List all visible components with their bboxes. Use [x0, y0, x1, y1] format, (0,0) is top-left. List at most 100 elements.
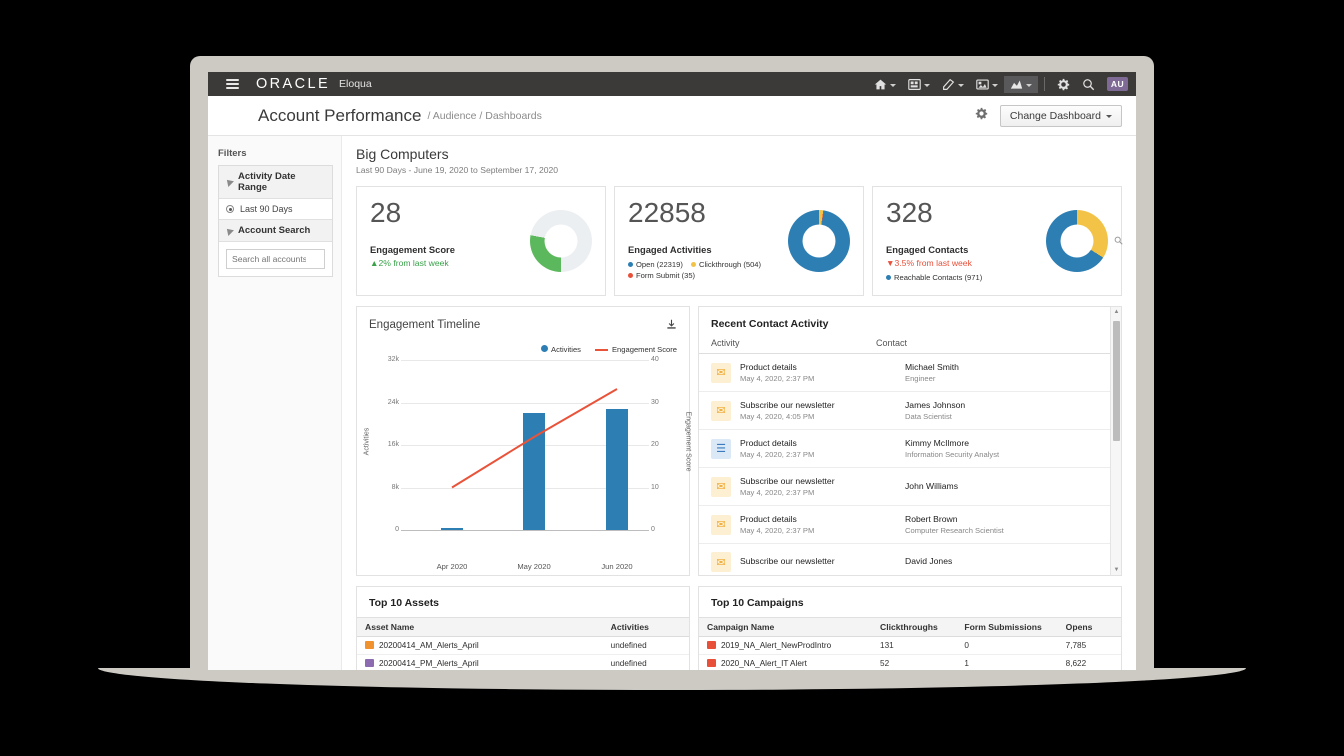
table-row[interactable]: 20200414_AM_Alerts_April undefined: [357, 637, 689, 655]
arrow-down-icon: ▼: [886, 258, 895, 268]
filter-group-activity-date-range[interactable]: Activity Date Range: [219, 166, 332, 199]
column-header-form-submissions[interactable]: Form Submissions: [956, 618, 1057, 637]
top-nav-actions: AU: [868, 76, 1128, 93]
asset-name[interactable]: 20200414_PM_Alerts_April: [379, 659, 479, 668]
table-row[interactable]: 2020_NA_Alert_IT Alert 52 1 8,622: [699, 655, 1121, 671]
column-header-activities[interactable]: Activities: [603, 618, 689, 637]
recent-contact-activity-panel: Recent Contact Activity Activity Contact…: [698, 306, 1122, 576]
scrollbar-thumb[interactable]: [1113, 321, 1120, 441]
nav-campaigns-icon[interactable]: [970, 76, 1004, 93]
user-avatar[interactable]: AU: [1107, 77, 1128, 91]
chevron-down-icon: [1106, 115, 1112, 118]
engagement-timeline-title: Engagement Timeline: [369, 319, 677, 331]
engagement-timeline-chart: 32k 24k 16k 8k 0 40 30 20 10 0 Activitie…: [369, 360, 677, 555]
legend-item-engagement-score: Engagement Score: [595, 345, 677, 354]
activity-time: May 4, 2020, 2:37 PM: [740, 526, 905, 535]
recent-contact-activity-title: Recent Contact Activity: [711, 318, 1109, 330]
activity-time: May 4, 2020, 4:05 PM: [740, 412, 905, 421]
column-header-asset-name[interactable]: Asset Name: [357, 618, 603, 637]
activity-name: Subscribe our newsletter: [740, 476, 905, 486]
page-title: Account Performance: [258, 106, 421, 126]
column-header-opens[interactable]: Opens: [1058, 618, 1121, 637]
chevron-down-icon: [924, 84, 930, 87]
change-dashboard-button[interactable]: Change Dashboard: [1000, 105, 1122, 127]
mail-icon: [365, 641, 374, 649]
column-header-activity: Activity: [711, 338, 876, 348]
nav-home-icon[interactable]: [868, 76, 902, 93]
x-tick-label: May 2020: [517, 562, 550, 571]
nav-analytics-icon[interactable]: [1004, 76, 1038, 93]
kpi-value: 22858: [628, 199, 761, 227]
scroll-up-arrow-icon[interactable]: ▲: [1114, 309, 1120, 315]
collapse-triangle-icon: [224, 226, 234, 236]
table-row[interactable]: 20200414_PM_Alerts_April undefined: [357, 655, 689, 671]
contact-name: James Johnson: [905, 400, 1109, 410]
kpi-delta: ▲2% from last week: [370, 258, 455, 268]
radio-selected-icon[interactable]: [226, 205, 234, 213]
kpi-legend: Reachable Contacts (971): [886, 272, 982, 283]
contact-name: John Williams: [905, 481, 1109, 491]
activity-time: May 4, 2020, 2:37 PM: [740, 450, 905, 459]
nav-create-icon[interactable]: [936, 76, 970, 93]
campaign-clickthroughs: 52: [872, 655, 956, 671]
laptop-base: [98, 668, 1246, 690]
campaign-opens: 8,622: [1058, 655, 1121, 671]
column-header-contact: Contact: [876, 338, 1109, 348]
asset-name[interactable]: 20200414_AM_Alerts_April: [379, 641, 479, 650]
column-header-clickthroughs[interactable]: Clickthroughs: [872, 618, 956, 637]
contact-name: David Jones: [905, 556, 1109, 566]
y-tick-label: 0: [377, 526, 399, 533]
account-search-input[interactable]: [226, 249, 325, 269]
dashboard-title: Big Computers: [356, 146, 1122, 162]
kpi-label: Engaged Activities: [628, 244, 761, 255]
top-10-assets-title: Top 10 Assets: [357, 587, 689, 617]
donut-chart-engagement-score: [530, 210, 592, 272]
filter-group-account-search[interactable]: Account Search: [219, 219, 332, 242]
activity-row[interactable]: ✉ Subscribe our newsletter May 4, 2020, …: [699, 392, 1121, 430]
campaigns-table: Campaign Name Clickthroughs Form Submiss…: [699, 617, 1121, 670]
kpi-label: Engagement Score: [370, 244, 455, 255]
activity-row[interactable]: ☰ Product details May 4, 2020, 2:37 PM K…: [699, 430, 1121, 468]
dashboard-settings-gear-icon[interactable]: [975, 107, 988, 125]
y-axis-label: Activities: [363, 428, 370, 456]
kpi-value: 28: [370, 199, 455, 227]
form-submit-icon: ☰: [711, 439, 731, 459]
activity-row[interactable]: ✉ Subscribe our newsletter May 4, 2020, …: [699, 468, 1121, 506]
settings-gear-icon[interactable]: [1051, 76, 1076, 93]
y-tick-label: 24k: [377, 399, 399, 406]
mail-open-icon: ✉: [711, 515, 731, 535]
hamburger-menu-icon[interactable]: [226, 76, 239, 91]
laptop-mockup: ORACLE Eloqua: [0, 0, 1344, 756]
breadcrumb: / Audience / Dashboards: [427, 110, 541, 122]
search-icon[interactable]: [1076, 76, 1101, 93]
nav-assets-icon[interactable]: [902, 76, 936, 93]
campaign-name[interactable]: 2019_NA_Alert_NewProdIntro: [721, 641, 831, 650]
top-10-campaigns-title: Top 10 Campaigns: [699, 587, 1121, 617]
search-icon[interactable]: [1114, 236, 1123, 247]
campaign-name[interactable]: 2020_NA_Alert_IT Alert: [721, 659, 807, 668]
asset-activities: undefined: [603, 655, 689, 671]
activity-row[interactable]: ✉ Subscribe our newsletter David Jones: [699, 544, 1121, 576]
kpi-legend: Open (22319) Clickthrough (504) Form Sub…: [628, 259, 761, 281]
kpi-card-engaged-contacts: 328 Engaged Contacts ▼3.5% from last wee…: [872, 186, 1122, 296]
contact-name: Michael Smith: [905, 362, 1109, 372]
contact-role: Information Security Analyst: [905, 450, 1109, 459]
activity-row[interactable]: ✉ Product details May 4, 2020, 2:37 PM R…: [699, 506, 1121, 544]
activity-time: May 4, 2020, 2:37 PM: [740, 374, 905, 383]
top-navigation-bar: ORACLE Eloqua: [208, 72, 1136, 96]
scroll-down-arrow-icon[interactable]: ▼: [1114, 567, 1120, 573]
legend-label-engagement-score: Engagement Score: [612, 345, 677, 354]
activity-time: May 4, 2020, 2:37 PM: [740, 488, 905, 497]
activity-row[interactable]: ✉ Product details May 4, 2020, 2:37 PM M…: [699, 354, 1121, 392]
chevron-down-icon: [958, 84, 964, 87]
download-icon[interactable]: [666, 319, 677, 333]
donut-chart-engaged-activities: [788, 210, 850, 272]
dashboard-content: Big Computers Last 90 Days - June 19, 20…: [342, 136, 1136, 670]
activity-panel-scrollbar[interactable]: ▲ ▼: [1110, 307, 1121, 575]
filter-option-last-90-days[interactable]: Last 90 Days: [219, 199, 332, 219]
column-header-campaign-name[interactable]: Campaign Name: [699, 618, 872, 637]
top-10-campaigns-panel: Top 10 Campaigns Campaign Name Clickthro…: [698, 586, 1122, 670]
table-row[interactable]: 2019_NA_Alert_NewProdIntro 131 0 7,785: [699, 637, 1121, 655]
arrow-up-icon: ▲: [370, 258, 379, 268]
legend-label-clickthrough: Clickthrough (504): [699, 260, 761, 269]
